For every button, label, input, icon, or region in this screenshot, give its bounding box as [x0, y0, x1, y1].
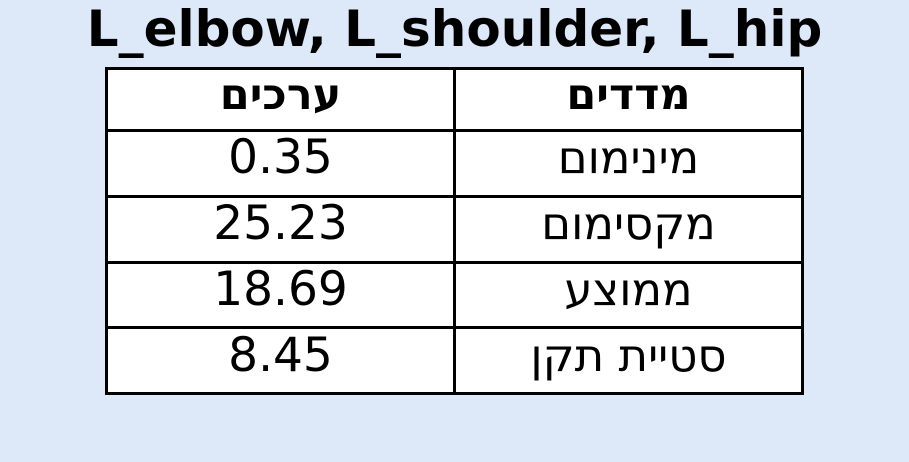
metric-text: מינימום: [557, 131, 700, 185]
table-header-row: ערכים מדדים: [105, 67, 804, 132]
metric-cell: ממוצע: [453, 260, 804, 330]
value-cell: 25.23: [105, 194, 456, 264]
header-values: ערכים: [105, 67, 456, 132]
value-cell: 18.69: [105, 260, 456, 330]
metric-cell: מינימום: [453, 129, 804, 198]
metric-cell: מקסימום: [453, 194, 804, 264]
chart-title: L_elbow, L_shoulder, L_hip: [86, 0, 823, 58]
metric-text: ממוצע: [564, 262, 693, 316]
value-text: 8.45: [228, 327, 333, 383]
value-text: 0.35: [228, 130, 333, 186]
table-row: 25.23 מקסימום: [105, 194, 804, 264]
statistics-table: ערכים מדדים 0.35 מינימום 25.23 מקסימום 1…: [105, 67, 804, 395]
header-metrics-label: מדדים: [566, 69, 691, 120]
table-row: 0.35 מינימום: [105, 129, 804, 198]
value-cell: 8.45: [105, 326, 456, 395]
value-text: 18.69: [213, 261, 348, 317]
metric-text: סטיית תקן: [530, 328, 727, 382]
value-text: 25.23: [213, 196, 348, 252]
metric-cell: סטיית תקן: [453, 326, 804, 395]
metric-text: מקסימום: [541, 197, 716, 251]
table-row: 18.69 ממוצע: [105, 260, 804, 330]
header-metrics: מדדים: [453, 67, 804, 132]
table-row: 8.45 סטיית תקן: [105, 326, 804, 395]
value-cell: 0.35: [105, 129, 456, 198]
header-values-label: ערכים: [219, 69, 342, 120]
